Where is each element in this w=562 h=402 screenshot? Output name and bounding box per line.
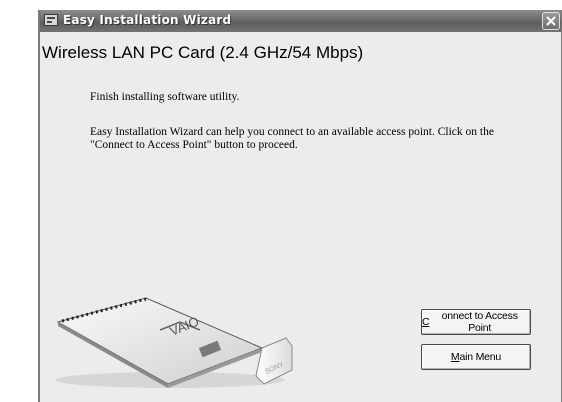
main-menu-mnemonic: M xyxy=(450,351,460,363)
connect-label: onnect to Access Point xyxy=(441,310,518,334)
page-heading: Wireless LAN PC Card (2.4 GHz/54 Mbps) xyxy=(42,43,364,62)
instructions-text: Easy Installation Wizard can help you co… xyxy=(90,126,494,151)
app-icon[interactable] xyxy=(44,14,58,26)
installation-wizard-window: Easy Installation Wizard Wireless LAN PC… xyxy=(38,10,562,402)
finish-message: Finish installing software utility. xyxy=(90,91,240,103)
connect-mnemonic: C xyxy=(422,316,430,328)
title-bar[interactable]: Easy Installation Wizard xyxy=(40,10,561,32)
connect-to-access-point-button[interactable]: Connect to Access Point xyxy=(421,309,531,335)
window-title: Easy Installation Wizard xyxy=(63,13,232,27)
main-menu-button[interactable]: Main Menu xyxy=(421,344,531,370)
close-button[interactable] xyxy=(542,12,560,30)
main-menu-label: ain Menu xyxy=(459,351,502,363)
pc-card-icon: VAIO SONY xyxy=(55,297,293,388)
close-icon xyxy=(546,16,556,26)
